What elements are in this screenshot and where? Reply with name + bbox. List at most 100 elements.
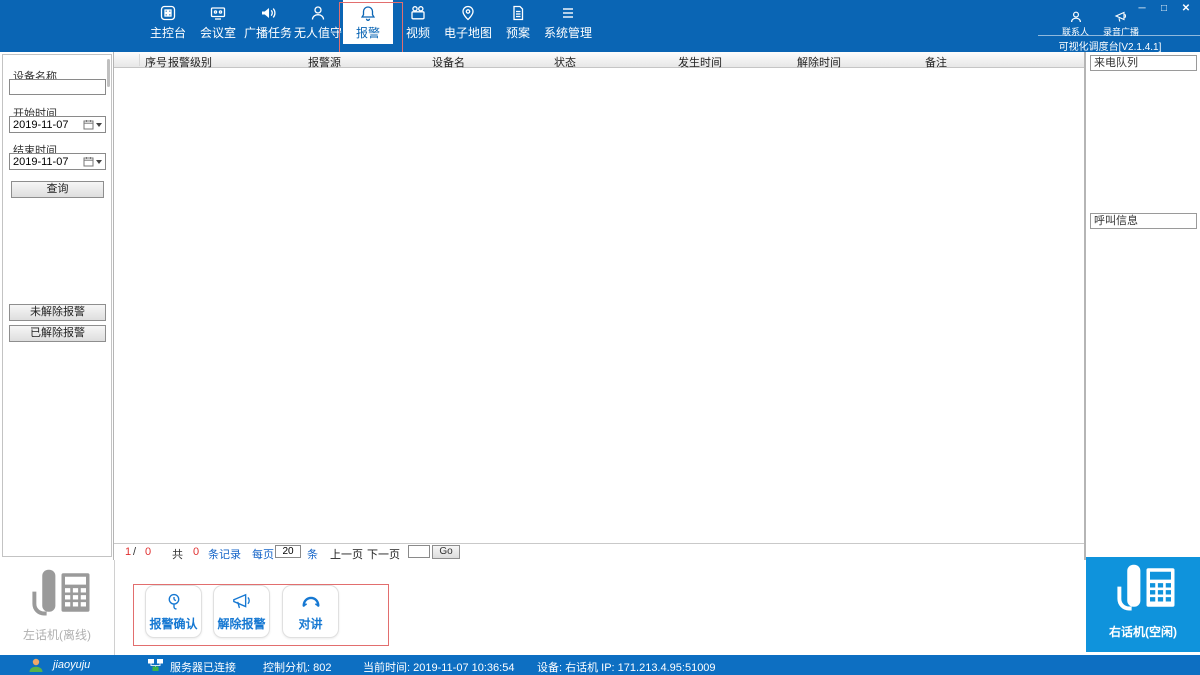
calendar-icon xyxy=(83,119,94,130)
alarm-table-body-empty xyxy=(114,69,1084,543)
col-seq[interactable]: 序号 xyxy=(145,54,167,70)
resolved-alarms-button[interactable]: 已解除报警 xyxy=(9,325,106,342)
tab-label: 会议室 xyxy=(200,24,236,41)
unattended-icon xyxy=(309,4,327,22)
query-button[interactable]: 查询 xyxy=(11,181,104,198)
device-ip-text: 设备: 右话机 IP: 171.213.4.95:51009 xyxy=(537,659,716,675)
user-avatar-icon xyxy=(28,657,44,673)
release-alarm-button[interactable]: 解除报警 xyxy=(213,585,270,638)
release-alarm-label: 解除报警 xyxy=(217,615,265,632)
tab-label: 预案 xyxy=(506,24,530,41)
device-name-input[interactable] xyxy=(9,79,106,95)
alarm-table-header: 序号 报警级别 报警源 设备名 状态 发生时间 解除时间 备注 xyxy=(114,52,1084,68)
network-status-icon xyxy=(147,658,164,672)
handset-icon xyxy=(300,592,322,612)
status-bar: jiaoyuju 服务器已连接 控制分机: 802 当前时间: 2019-11-… xyxy=(0,655,1200,675)
desk-phone-icon xyxy=(1107,563,1179,619)
calendar-icon xyxy=(83,156,94,167)
broadcast-task-icon xyxy=(259,4,277,22)
tab-label: 无人值守 xyxy=(294,24,342,41)
left-phone-label: 左话机(离线) xyxy=(0,626,114,643)
go-button[interactable]: Go xyxy=(432,545,460,559)
record-broadcast-icon xyxy=(1114,10,1128,24)
col-alarm-source[interactable]: 报警源 xyxy=(308,54,341,70)
col-occur-time[interactable]: 发生时间 xyxy=(678,54,722,70)
incoming-call-queue-header: 来电队列 xyxy=(1090,55,1197,71)
per-page-input[interactable] xyxy=(275,545,301,558)
tab-meeting-room[interactable]: 会议室 xyxy=(193,0,243,44)
col-alarm-level[interactable]: 报警级别 xyxy=(168,54,212,70)
call-panel: 来电队列 呼叫信息 xyxy=(1085,52,1200,560)
total-count: 0 xyxy=(193,546,199,558)
page-separator: / xyxy=(133,546,136,558)
tab-plan[interactable]: 预案 xyxy=(493,0,543,44)
bottom-zone: 左话机(离线) 报警确认 解除报警 对讲 xyxy=(0,560,1200,655)
maximize-button[interactable]: □ xyxy=(1156,2,1172,16)
app-title: 可视化调度台[V2.1.4.1] xyxy=(1045,38,1175,53)
username: jiaoyuju xyxy=(53,659,90,671)
top-nav-bar: 主控台 会议室 广播任务 无人值守 报警 视频 xyxy=(0,0,1200,52)
contacts-label: 联系人 xyxy=(1062,25,1089,38)
start-time-value: 2019-11-07 xyxy=(10,119,83,131)
tab-label: 系统管理 xyxy=(544,24,592,41)
intercom-label: 对讲 xyxy=(298,615,322,632)
tab-label: 报警 xyxy=(356,24,380,41)
intercom-button[interactable]: 对讲 xyxy=(282,585,339,638)
tab-unattended[interactable]: 无人值守 xyxy=(293,0,343,44)
tab-label: 电子地图 xyxy=(444,24,492,41)
server-status-text: 服务器已连接 xyxy=(170,659,236,675)
tab-broadcast-task[interactable]: 广播任务 xyxy=(243,0,293,44)
close-button[interactable]: ✕ xyxy=(1178,2,1194,16)
alarm-lamp-icon xyxy=(163,592,185,612)
column-separator xyxy=(139,54,140,66)
confirm-alarm-button[interactable]: 报警确认 xyxy=(145,585,202,638)
tab-electronic-map[interactable]: 电子地图 xyxy=(443,0,493,44)
end-time-picker[interactable]: 2019-11-07 xyxy=(9,153,106,170)
tab-system-management[interactable]: 系统管理 xyxy=(543,0,593,44)
call-info-header: 呼叫信息 xyxy=(1090,213,1197,229)
tab-alarm[interactable]: 报警 xyxy=(343,0,393,44)
col-status[interactable]: 状态 xyxy=(554,54,576,70)
tab-label: 视频 xyxy=(406,24,430,41)
map-pin-icon xyxy=(459,4,477,22)
left-panel-scrollbar[interactable] xyxy=(107,59,110,87)
col-device-name[interactable]: 设备名 xyxy=(432,54,465,70)
current-page: 1 xyxy=(125,546,131,558)
unresolved-alarms-button[interactable]: 未解除报警 xyxy=(9,304,106,321)
alarm-table-area: 序号 报警级别 报警源 设备名 状态 发生时间 解除时间 备注 1 / 0 共 … xyxy=(114,52,1085,560)
alarm-bell-icon xyxy=(359,4,377,22)
tab-video[interactable]: 视频 xyxy=(393,0,443,44)
tab-main-console[interactable]: 主控台 xyxy=(143,0,193,44)
end-time-value: 2019-11-07 xyxy=(10,156,83,168)
right-phone-panel[interactable]: 右话机(空闲) xyxy=(1086,557,1200,652)
start-time-picker[interactable]: 2019-11-07 xyxy=(9,116,106,133)
goto-page-input[interactable] xyxy=(408,545,430,558)
video-camera-icon xyxy=(409,4,427,22)
right-phone-label: 右话机(空闲) xyxy=(1086,623,1200,640)
left-filter-panel: 设备名称 开始时间 2019-11-07 结束时间 2019-11-07 查询 … xyxy=(2,54,112,557)
desk-phone-icon xyxy=(22,568,94,624)
record-broadcast-label: 录音广播 xyxy=(1103,25,1139,38)
nav-tabs: 主控台 会议室 广播任务 无人值守 报警 视频 xyxy=(143,0,593,44)
dispatch-console-window: 主控台 会议室 广播任务 无人值守 报警 视频 xyxy=(0,0,1200,675)
top-right-actions: 联系人 录音广播 xyxy=(1062,10,1139,38)
console-icon xyxy=(159,4,177,22)
contacts-icon xyxy=(1069,10,1083,24)
meeting-room-icon xyxy=(209,4,227,22)
left-filter-column: 设备名称 开始时间 2019-11-07 结束时间 2019-11-07 查询 … xyxy=(0,52,114,560)
plan-doc-icon xyxy=(509,4,527,22)
megaphone-icon xyxy=(231,592,253,612)
total-pages: 0 xyxy=(145,546,151,558)
record-broadcast-button[interactable]: 录音广播 xyxy=(1103,10,1139,38)
window-controls: ─ □ ✕ xyxy=(1134,2,1194,16)
titlebar-separator xyxy=(1038,35,1200,36)
col-release-time[interactable]: 解除时间 xyxy=(797,54,841,70)
bottom-separator xyxy=(114,560,115,655)
col-remark[interactable]: 备注 xyxy=(925,54,947,70)
current-time-text: 当前时间: 2019-11-07 10:36:54 xyxy=(363,659,514,675)
extension-text: 控制分机: 802 xyxy=(263,659,331,675)
tab-label: 广播任务 xyxy=(244,24,292,41)
confirm-alarm-label: 报警确认 xyxy=(149,615,197,632)
left-phone-panel[interactable]: 左话机(离线) xyxy=(0,560,114,655)
contacts-button[interactable]: 联系人 xyxy=(1062,10,1089,38)
